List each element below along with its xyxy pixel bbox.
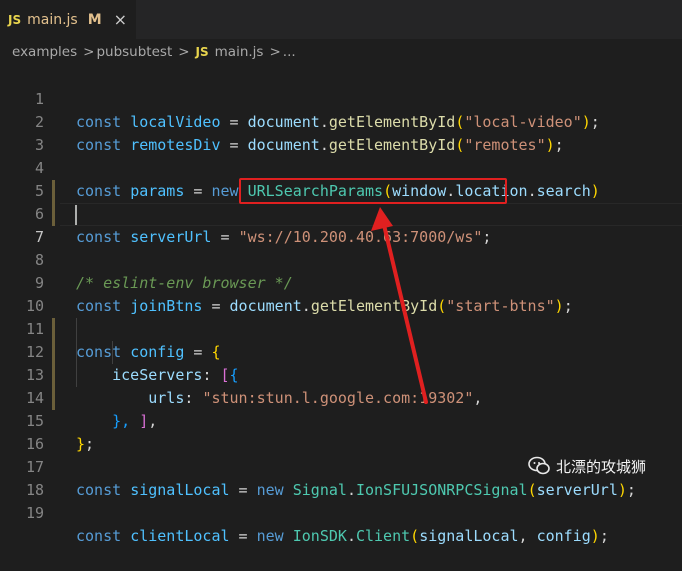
punct: ; — [599, 527, 609, 545]
watermark: 北漂的攻城狮 — [528, 453, 646, 479]
identifier: clientLocal — [130, 527, 230, 545]
keyword: new — [256, 527, 284, 545]
punct: , — [518, 527, 537, 545]
punct: . — [346, 527, 356, 545]
wechat-icon — [528, 456, 550, 475]
identifier: config — [536, 527, 591, 545]
class-name: Client — [355, 527, 411, 545]
annotation-arrow-icon — [371, 207, 428, 404]
keyword: const — [76, 527, 122, 545]
line-number: 19 — [25, 504, 44, 522]
watermark-text: 北漂的攻城狮 — [556, 457, 647, 476]
bracket: ( — [410, 527, 420, 545]
operator: = — [229, 527, 257, 545]
class-name: IonSDK — [292, 527, 347, 545]
bracket: ) — [590, 527, 600, 545]
identifier: signalLocal — [419, 527, 519, 545]
